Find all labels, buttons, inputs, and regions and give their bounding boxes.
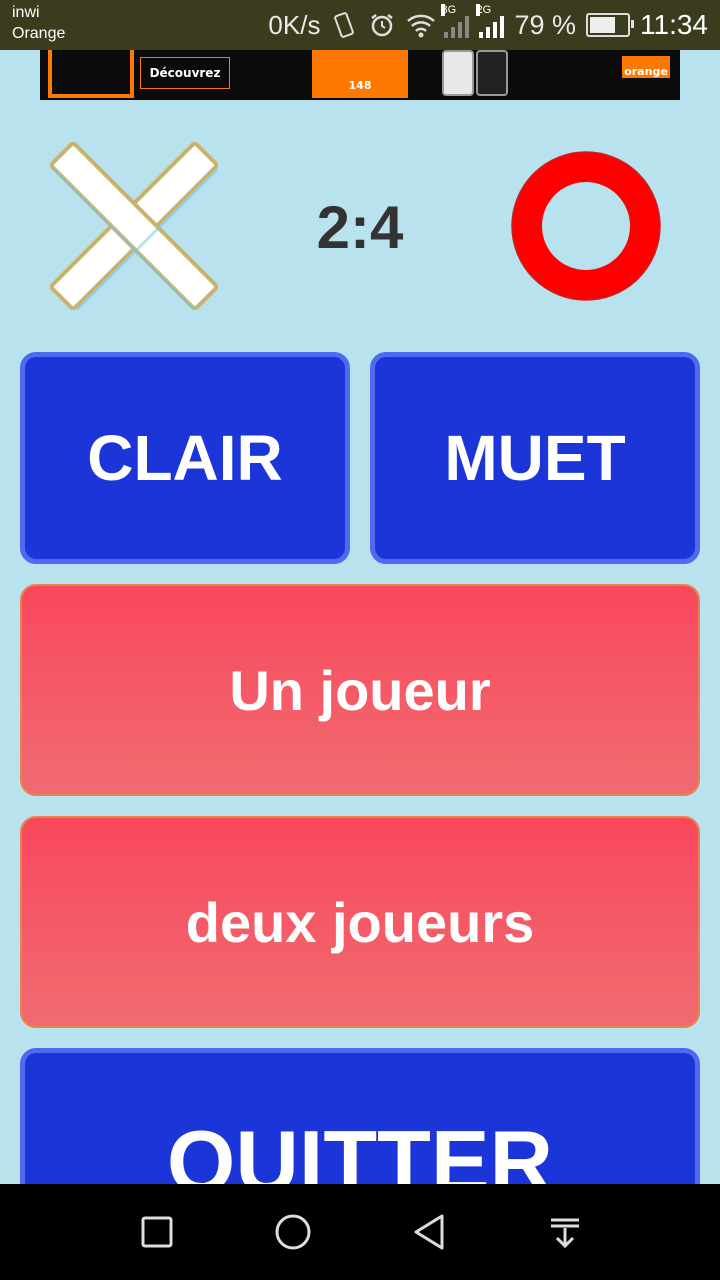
ad-cta[interactable]: Découvrez	[140, 57, 230, 89]
ad-brand-logo: orange	[622, 56, 670, 78]
ad-phone-image	[442, 50, 474, 96]
notification-drawer-icon[interactable]	[537, 1204, 593, 1260]
alarm-icon	[368, 11, 396, 39]
recent-apps-icon[interactable]	[129, 1204, 185, 1260]
signal-sim2-icon: 2G	[476, 4, 505, 38]
x-mark-icon	[49, 141, 220, 312]
wifi-icon	[406, 11, 436, 39]
navigation-bar	[0, 1184, 720, 1280]
two-players-button[interactable]: deux joueurs	[20, 816, 700, 1028]
back-icon[interactable]	[401, 1204, 457, 1260]
vibrate-icon	[330, 11, 358, 39]
o-ring-icon	[510, 150, 662, 302]
muet-button[interactable]: MUET	[370, 352, 700, 564]
carrier-2: Orange	[12, 25, 66, 42]
network-speed: 0K/s	[268, 9, 321, 40]
carrier-names: inwi Orange	[12, 2, 65, 44]
home-icon[interactable]	[265, 1204, 321, 1260]
one-player-button[interactable]: Un joueur	[20, 584, 700, 796]
carrier-1: inwi	[12, 4, 40, 21]
battery-icon	[586, 13, 634, 37]
signal-sim1-icon: 3G	[441, 4, 470, 38]
ad-promo-price: 148	[312, 50, 408, 98]
clock: 11:34	[640, 9, 708, 40]
clair-button[interactable]: CLAIR	[20, 352, 350, 564]
status-bar: inwi Orange 0K/s 3G 2G 79 % 11:34	[0, 0, 720, 50]
score-display: 2:4	[316, 194, 404, 261]
ad-logo-box	[48, 50, 134, 98]
ad-phone-image	[476, 50, 508, 96]
ad-banner[interactable]: Découvrez 148 orange	[40, 50, 680, 100]
battery-percent: 79 %	[514, 9, 576, 40]
